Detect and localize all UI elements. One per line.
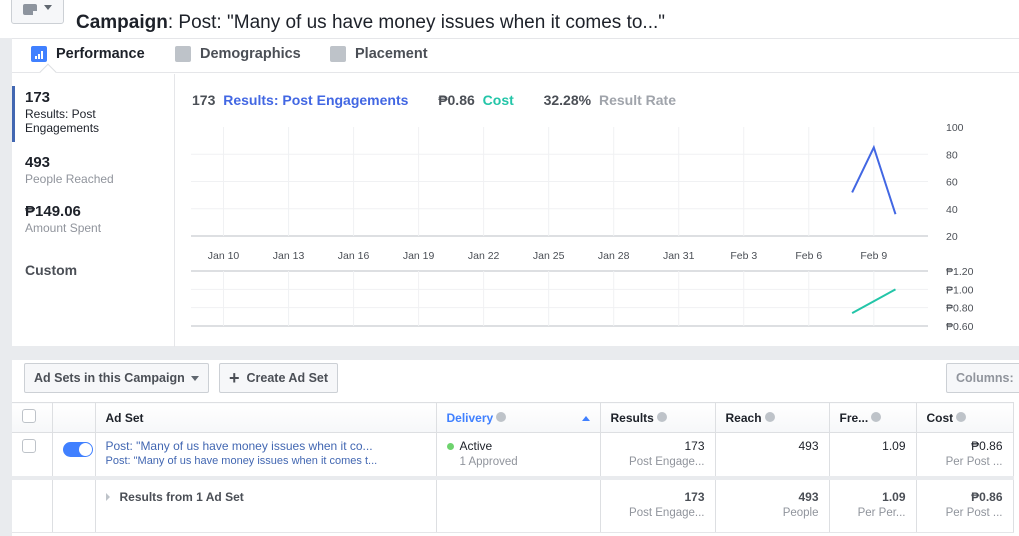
x-tick-label: Jan 22 [468,250,500,262]
summary-cost-type: Per Post ... [945,506,1003,519]
sort-ascending-icon[interactable] [581,415,590,421]
results-type: Post Engage... [629,456,705,468]
x-tick-label: Jan 19 [403,250,435,262]
summary-empty-cell [52,475,96,533]
summary-frequency-cell: 1.09 Per Per... [829,475,917,533]
x-tick-label: Feb 9 [860,250,887,262]
toggle-header [52,402,96,433]
ad-set-name-link[interactable]: Post: "Many of us have money issues when… [106,439,426,454]
summary-reach: 493 [798,489,819,504]
y-tick-label: ₱0.80 [946,303,974,315]
ad-set-post-link[interactable]: Post: "Many of us have money issues when… [106,454,426,469]
summary-reach-type: People [782,506,819,519]
header-label: Cost [926,410,954,425]
summary-frequency: 1.09 [882,489,906,504]
x-tick-label: Jan 13 [273,250,305,262]
info-icon[interactable] [656,412,667,423]
ad-set-toggle[interactable] [62,442,93,457]
x-tick-label: Jan 28 [598,250,630,262]
header-label: Reach [725,410,762,425]
ad-sets-table: Ad Set Delivery Results Reach Fre... Cos… [12,402,1014,533]
ad-sets-dropdown-label: Ad Sets in this Campaign [34,371,185,385]
y-tick-label: 60 [946,177,958,189]
column-header-ad-set[interactable]: Ad Set [95,402,437,433]
y-tick-label: ₱0.60 [946,321,974,333]
summary-label-cell: Results from 1 Ad Set [95,475,437,533]
row-select-cell [12,432,53,478]
results-value: 173 [684,439,705,453]
column-header-frequency[interactable]: Fre... [829,402,917,433]
y-tick-label: ₱1.00 [946,284,974,296]
summary-results-cell: 173 Post Engage... [600,475,716,533]
x-tick-label: Feb 6 [795,250,822,262]
summary-delivery-cell [436,475,601,533]
column-header-cost[interactable]: Cost [916,402,1014,433]
cost-cell: ₱0.86 Per Post ... [916,432,1014,478]
summary-results: 173 [684,489,705,504]
x-tick-label: Jan 16 [338,250,370,262]
ad-set-cell: Post: "Many of us have money issues when… [95,432,437,478]
y-tick-label: 40 [946,204,958,216]
column-header-results[interactable]: Results [600,402,716,433]
column-header-delivery[interactable]: Delivery [436,402,601,433]
plus-icon: + [229,368,240,388]
summary-frequency-type: Per Per... [857,506,906,519]
y-tick-label: 20 [946,231,958,243]
delivery-sub: 1 Approved [459,456,518,468]
summary-row: Results from 1 Ad Set 173 Post Engage...… [12,475,1014,533]
results-cell: 173 Post Engage... [600,432,716,478]
header-label: Fre... [839,410,869,425]
cost-chart: ₱1.20 ₱1.00 ₱0.80 ₱0.60 [191,266,974,333]
section-divider [12,346,1019,360]
ad-sets-panel: Ad Sets in this Campaign + Create Ad Set… [12,360,1019,536]
performance-charts: 100 80 60 40 20 Jan 10 Jan 13 Jan 16 Jan 19 Jan 2… [191,122,974,333]
table-header-row: Ad Set Delivery Results Reach Fre... Cos… [12,402,1014,433]
header-label: Results [610,410,654,425]
summary-expand[interactable]: Results from 1 Ad Set [105,489,244,504]
summary-reach-cell: 493 People [715,475,830,533]
info-icon[interactable] [764,412,775,423]
select-all-checkbox[interactable] [22,409,36,423]
x-tick-label: Feb 3 [730,250,757,262]
x-tick-label: Jan 31 [663,250,695,262]
columns-label: Columns: [956,371,1014,385]
info-icon[interactable] [956,412,967,423]
table-row[interactable]: Post: "Many of us have money issues when… [12,432,1014,478]
create-ad-set-button[interactable]: + Create Ad Set [219,363,339,393]
header-label: Delivery [446,410,494,425]
delivery-status: Active [459,439,493,453]
reach-cell: 493 [715,432,830,478]
y-tick-label: ₱1.20 [946,266,974,278]
frequency-cell: 1.09 [829,432,917,478]
select-all-cell [12,402,53,433]
summary-cost-cell: ₱0.86 Per Post ... [916,475,1014,533]
info-icon[interactable] [871,412,882,423]
column-header-reach[interactable]: Reach [715,402,830,433]
row-checkbox[interactable] [22,439,36,453]
expand-triangle-icon [105,492,110,501]
x-tick-label: Jan 25 [533,250,565,262]
y-tick-label: 100 [946,122,964,134]
reach-value: 493 [798,439,819,453]
summary-label: Results from 1 Ad Set [119,489,244,504]
info-icon[interactable] [496,412,507,423]
ad-sets-dropdown[interactable]: Ad Sets in this Campaign [24,363,209,393]
columns-button[interactable]: Columns: [946,363,1019,393]
frequency-value: 1.09 [882,439,906,453]
results-chart: 100 80 60 40 20 Jan 10 Jan 13 Jan 16 Jan 19 Jan 2… [191,122,964,262]
summary-empty-cell [12,475,53,533]
summary-cost: ₱0.86 [971,489,1003,504]
y-tick-label: 80 [946,149,958,161]
summary-results-type: Post Engage... [629,506,705,519]
x-tick-label: Jan 10 [208,250,240,262]
cost-value: ₱0.86 [971,439,1003,453]
toggle-cell [52,432,96,478]
caret-down-icon [190,375,199,381]
delivery-cell: Active 1 Approved [436,432,601,478]
cost-type: Per Post ... [945,456,1003,468]
create-ad-set-label: Create Ad Set [246,371,329,385]
status-active-dot [446,443,454,450]
header-label: Ad Set [105,410,144,425]
